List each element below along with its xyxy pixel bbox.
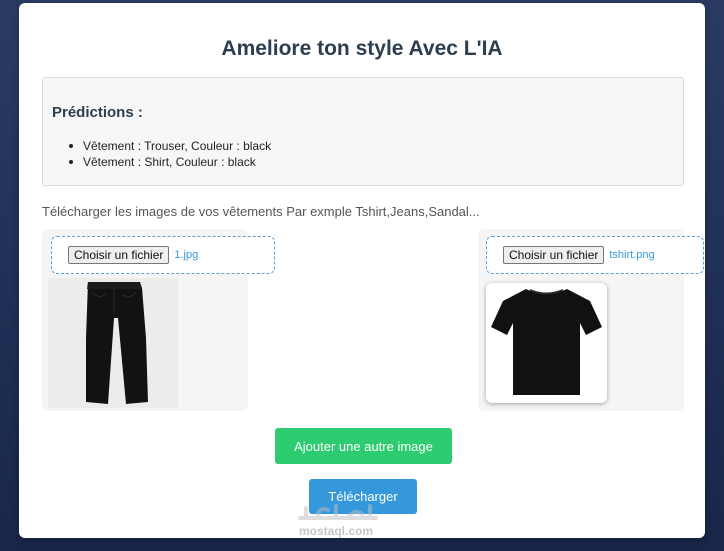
choose-file-button[interactable]: Choisir un fichier <box>503 246 605 264</box>
choose-file-button[interactable]: Choisir un fichier <box>68 246 170 264</box>
prediction-item: Vêtement : Trouser, Couleur : black <box>69 138 271 154</box>
add-image-button[interactable]: Ajouter une autre image <box>275 428 452 464</box>
page-title: Ameliore ton style Avec L'IA <box>221 37 503 60</box>
predictions-panel: Prédictions : Vêtement : Trouser, Couleu… <box>42 77 684 186</box>
selected-file-name: tshirt.png <box>609 249 655 261</box>
tshirt-image <box>486 283 607 403</box>
prediction-item: Vêtement : Shirt, Couleur : black <box>69 154 271 170</box>
selected-file-name: 1.jpg <box>174 249 199 261</box>
page-background: Ameliore ton style Avec L'IA Prédictions… <box>0 0 724 551</box>
predictions-heading: Prédictions : <box>52 104 143 121</box>
file-input-1[interactable]: Choisir un fichier 1.jpg <box>51 236 275 274</box>
upload-button[interactable]: Télécharger <box>309 479 417 514</box>
predictions-list: Vêtement : Trouser, Couleur : black Vête… <box>69 138 271 170</box>
main-card: Ameliore ton style Avec L'IA Prédictions… <box>19 3 705 538</box>
trouser-image <box>48 278 178 408</box>
file-input-2[interactable]: Choisir un fichier tshirt.png <box>486 236 704 274</box>
upload-hint-text: Télécharger les images de vos vêtements … <box>42 204 480 219</box>
